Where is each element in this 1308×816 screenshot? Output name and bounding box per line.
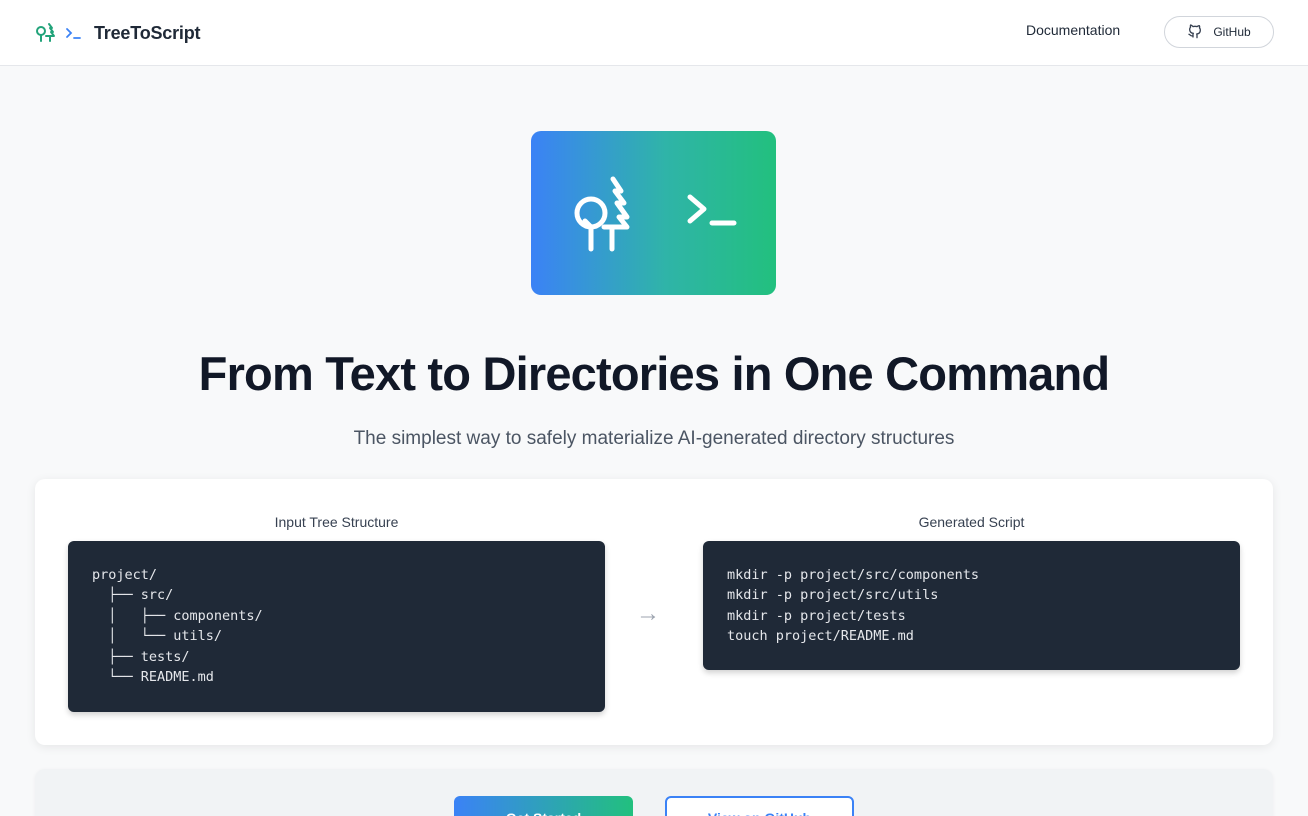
top-nav-bar: TreeToScript Documentation GitHub [0,0,1308,66]
hero-logo [531,131,776,295]
arrow-right-icon: → [636,600,660,627]
terminal-prompt-icon [682,181,742,246]
code-line: │ └── utils/ [92,628,223,645]
tree-icon [566,161,666,266]
github-icon [1187,23,1203,42]
view-on-github-button[interactable]: View on GitHub [665,796,854,816]
code-line: project/ [92,567,158,583]
output-panel-label: Generated Script [918,514,1025,530]
generated-script-code-block: mkdir -p project/src/components mkdir -p… [703,541,1240,670]
code-line: ├── tests/ [92,648,190,665]
tree-icon [34,21,58,45]
input-panel-label: Input Tree Structure [274,514,399,530]
cta-section [35,769,1273,816]
nav-documentation-link[interactable]: Documentation [1026,22,1120,38]
get-started-button[interactable]: Get Started [454,796,633,816]
code-line: mkdir -p project/src/utils [727,587,939,604]
brand-logo-link[interactable]: TreeToScript [34,20,200,46]
hero-subtitle: The simplest way to safely materialize A… [353,428,955,449]
github-nav-button[interactable]: GitHub [1164,16,1274,48]
input-tree-code-block: project/ ├── src/ │ ├── components/ │ └─… [68,541,605,712]
code-line: touch project/README.md [727,628,914,645]
code-line: └── README.md [92,669,214,686]
brand-name: TreeToScript [94,22,201,43]
github-nav-label: GitHub [1213,25,1251,39]
code-line: mkdir -p project/src/components [727,567,979,583]
terminal-prompt-icon [64,23,84,43]
code-line: ├── src/ [92,587,174,604]
code-line: mkdir -p project/tests [727,607,906,624]
hero-title: From Text to Directories in One Command [198,347,1110,400]
code-line: │ ├── components/ [92,607,263,624]
